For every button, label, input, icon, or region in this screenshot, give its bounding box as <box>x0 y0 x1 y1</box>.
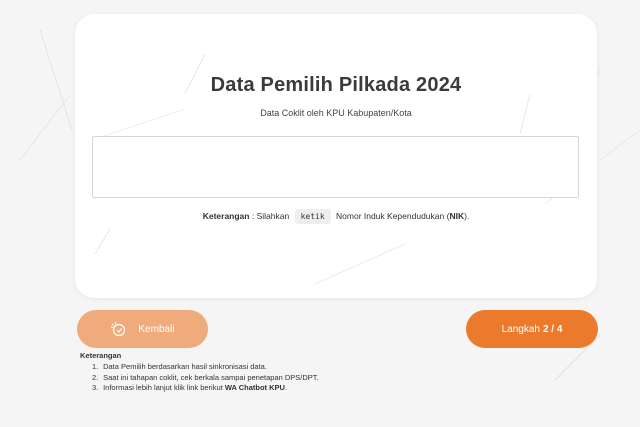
back-button-label: Kembali <box>138 323 175 335</box>
cursor-click-icon <box>110 321 128 337</box>
hint-label: Keterangan <box>202 211 250 221</box>
back-button[interactable]: Kembali <box>77 310 208 348</box>
info-list: 1. Data Pemilih berdasarkan hasil sinkro… <box>80 362 319 394</box>
list-item-number: 1. <box>92 362 99 371</box>
page-subtitle: Data Coklit oleh KPU Kabupaten/Kota <box>260 108 412 118</box>
hint-separator: : Silahkan <box>249 211 290 221</box>
list-item-text: Data Pemilih berdasarkan hasil sinkronis… <box>103 362 267 371</box>
info-title: Keterangan <box>80 351 122 360</box>
list-item-number: 2. <box>92 372 99 382</box>
hint-text: Nomor Induk Kependudukan ( <box>333 211 450 221</box>
wa-chatbot-link[interactable]: WA Chatbot KPU <box>225 383 285 392</box>
input-hint: Keterangan : Silahkan ketik Nomor Induk … <box>75 209 597 224</box>
list-item: 3. Informasi lebih lanjut klik link beri… <box>92 383 319 394</box>
hint-keyword: ketik <box>294 209 331 224</box>
list-item-text: Saat ini tahapan coklit, cek berkala sam… <box>103 372 319 382</box>
step-button[interactable]: Langkah 2 / 4 <box>466 310 598 348</box>
list-item-text: Informasi lebih lanjut klik link berikut <box>103 383 225 392</box>
hint-nik: NIK <box>449 211 465 221</box>
info-section: Keterangan 1. Data Pemilih berdasarkan h… <box>80 351 319 394</box>
list-item-number: 3. <box>92 383 99 392</box>
main-card: Data Pemilih Pilkada 2024 Data Coklit ol… <box>75 14 597 298</box>
step-value: 2 / 4 <box>542 323 563 335</box>
nik-input[interactable] <box>92 136 579 198</box>
page-title: Data Pemilih Pilkada 2024 <box>210 74 462 96</box>
list-item: 2. Saat ini tahapan coklit, cek berkala … <box>92 373 319 384</box>
list-item-tail: . <box>284 383 288 392</box>
hint-tail: ). <box>464 211 470 221</box>
step-label: Langkah <box>501 323 540 335</box>
list-item: 1. Data Pemilih berdasarkan hasil sinkro… <box>92 362 319 373</box>
